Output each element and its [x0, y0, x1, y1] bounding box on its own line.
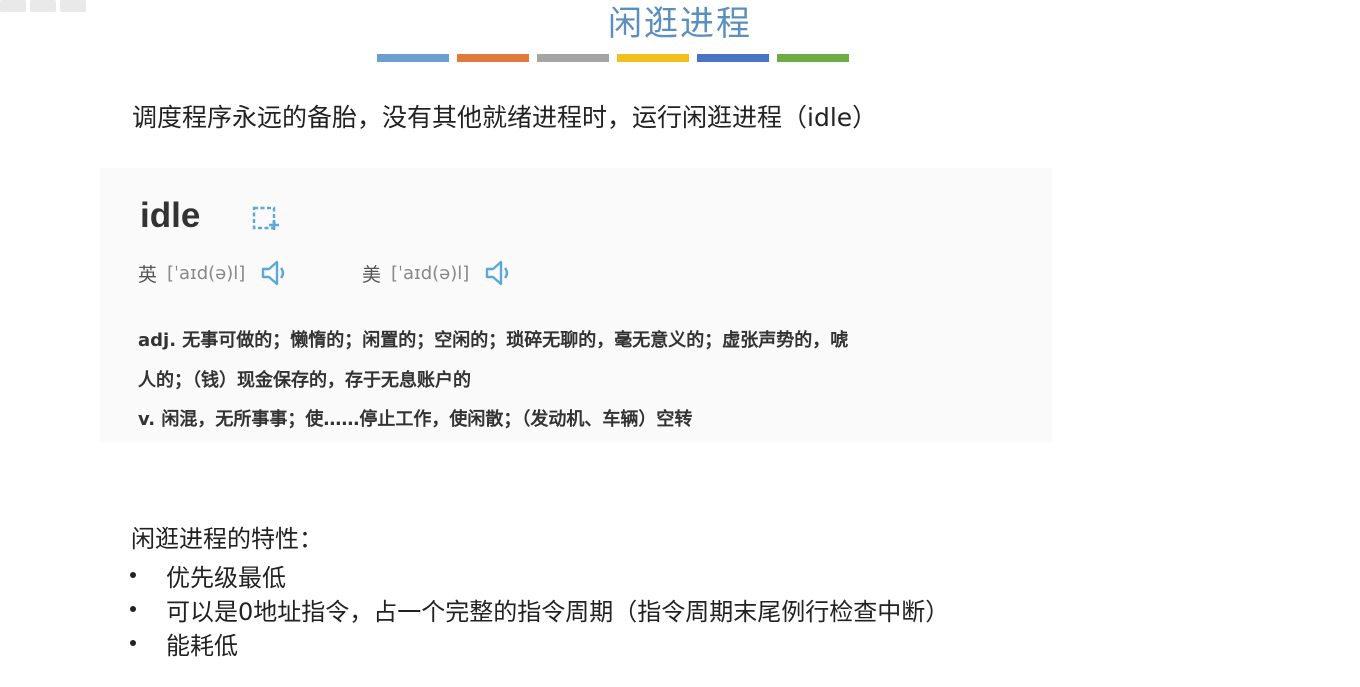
definition-line: v. 闲混，无所事事；使……停止工作，使闲散；（发动机、车辆）空转: [138, 409, 693, 430]
bullet-icon: [130, 606, 136, 612]
bullet-icon: [130, 640, 136, 646]
pronunciation-uk-label: 英: [138, 263, 158, 286]
list-item-text: 能耗低: [166, 631, 238, 660]
color-bar: [457, 54, 529, 62]
bullet-icon: [130, 572, 136, 578]
properties-heading: 闲逛进程的特性：: [131, 525, 323, 553]
color-bar: [777, 54, 849, 62]
list-item-text: 优先级最低: [166, 563, 286, 592]
dictionary-word: idle: [140, 196, 201, 235]
list-item-text: 可以是0地址指令，占一个完整的指令周期（指令周期末尾例行检查中断）: [166, 597, 950, 626]
list-item: 可以是0地址指令，占一个完整的指令周期（指令周期末尾例行检查中断）: [128, 592, 949, 626]
definition-line: adj. 无事可做的；懒惰的；闲置的；空闲的；琐碎无聊的，毫无意义的；虚张声势的…: [138, 330, 849, 351]
properties-list: 优先级最低 可以是0地址指令，占一个完整的指令周期（指令周期末尾例行检查中断） …: [128, 558, 949, 660]
add-to-wordbook-icon[interactable]: [252, 206, 282, 232]
definition-line: 人的；（钱）现金保存的，存于无息账户的: [138, 370, 471, 391]
pronunciation-uk-ipa: [ˈaɪd(ə)l]: [167, 262, 246, 284]
color-bar: [617, 54, 689, 62]
color-bar-strip: [377, 54, 849, 62]
pronunciation-us-label: 美: [362, 263, 382, 286]
list-item: 能耗低: [128, 626, 949, 660]
color-bar: [537, 54, 609, 62]
slide-subtitle: 调度程序永远的备胎，没有其他就绪进程时，运行闲逛进程（idle）: [132, 103, 878, 132]
list-item: 优先级最低: [128, 558, 949, 592]
speaker-icon[interactable]: [261, 258, 287, 288]
slide-title: 闲逛进程: [608, 4, 752, 44]
speaker-icon[interactable]: [485, 258, 511, 288]
color-bar: [377, 54, 449, 62]
pronunciation-uk: 英 [ˈaɪd(ə)l]: [138, 258, 287, 288]
dictionary-card: idle 英 [ˈaɪd(ə)l] 美 [ˈaɪd(ə)l] adj. 无事可做…: [100, 168, 1052, 442]
pronunciation-us: 美 [ˈaɪd(ə)l]: [362, 258, 511, 288]
pronunciation-us-ipa: [ˈaɪd(ə)l]: [391, 262, 470, 284]
color-bar: [697, 54, 769, 62]
